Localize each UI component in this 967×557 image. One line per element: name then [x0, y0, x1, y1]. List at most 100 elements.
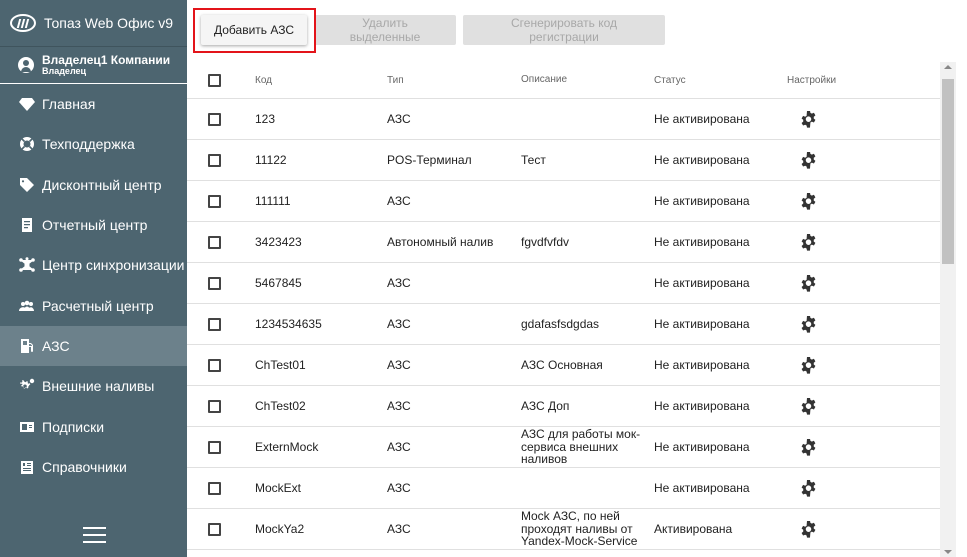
- stations-table: Код Тип Описание Статус Настройки 123 АЗ…: [187, 62, 940, 557]
- cell-type: АЗС: [387, 399, 411, 413]
- settings-gear-icon[interactable]: [800, 233, 817, 251]
- row-checkbox[interactable]: [208, 522, 221, 536]
- scrollbar-thumb[interactable]: [942, 79, 954, 264]
- cell-status: Не активирована: [654, 194, 750, 208]
- scroll-up-icon[interactable]: [944, 65, 952, 69]
- settings-gear-icon[interactable]: [800, 356, 817, 374]
- sidebar-item-sync-center[interactable]: Центр синхронизации: [0, 245, 187, 285]
- cell-code: 11122: [255, 153, 287, 167]
- cell-type: АЗС: [387, 194, 411, 208]
- users-icon: [18, 298, 36, 314]
- cell-description: АЗС для работы мок-сервиса внешних налив…: [521, 427, 641, 467]
- cell-status: Не активирована: [654, 276, 750, 290]
- row-checkbox[interactable]: [208, 481, 221, 495]
- cell-code: 1234534635: [255, 317, 322, 331]
- sidebar-item-report-center[interactable]: Отчетный центр: [0, 205, 187, 245]
- sidebar-item-external-fuelings[interactable]: Внешние наливы: [0, 366, 187, 406]
- settings-gear-icon[interactable]: [800, 479, 817, 497]
- row-checkbox[interactable]: [208, 317, 221, 331]
- table-row[interactable]: 3423423 Автономный налив fgvdfvfdv Не ак…: [187, 222, 940, 263]
- row-checkbox[interactable]: [208, 235, 221, 249]
- delete-selected-button[interactable]: Удалить выделенные: [314, 15, 456, 45]
- table-row[interactable]: ExternMock АЗС АЗС для работы мок-сервис…: [187, 427, 940, 468]
- cell-type: АЗС: [387, 276, 411, 290]
- settings-gear-icon[interactable]: [800, 110, 817, 128]
- table-scrollbar[interactable]: [940, 62, 956, 557]
- row-checkbox[interactable]: [208, 112, 221, 126]
- header-type[interactable]: Тип: [387, 62, 404, 99]
- row-checkbox[interactable]: [208, 276, 221, 290]
- sidebar-item-discount-center[interactable]: Дисконтный центр: [0, 165, 187, 205]
- cell-description: Mock АЗС, по ней проходят наливы от Yand…: [521, 509, 638, 549]
- settings-gear-icon[interactable]: [800, 397, 817, 415]
- id-card-icon: [18, 419, 36, 435]
- cell-type: Автономный налив: [387, 235, 494, 249]
- cell-code: MockExt: [255, 481, 302, 495]
- table-row[interactable]: 111111 АЗС Не активирована: [187, 181, 940, 222]
- row-checkbox[interactable]: [208, 399, 221, 413]
- cell-description: Тест: [521, 152, 546, 167]
- settings-gear-icon[interactable]: [800, 315, 817, 333]
- header-status[interactable]: Статус: [654, 62, 686, 99]
- settings-gear-icon[interactable]: [800, 274, 817, 292]
- cell-status: Активирована: [654, 522, 733, 536]
- select-all-checkbox[interactable]: [208, 74, 221, 87]
- header-description[interactable]: Описание: [521, 62, 646, 99]
- sidebar-item-support[interactable]: Техподдержка: [0, 124, 187, 164]
- user-profile[interactable]: Владелец1 Компании Владелец: [0, 47, 187, 84]
- sidebar-item-label: АЗС: [42, 337, 70, 354]
- cell-status: Не активирована: [654, 481, 750, 495]
- sidebar-item-fuel-stations[interactable]: АЗС: [0, 325, 187, 367]
- table-row[interactable]: 11122 POS-Терминал Тест Не активирована: [187, 140, 940, 181]
- brand-header[interactable]: Топаз Web Офис v9: [0, 0, 187, 47]
- settings-gear-icon[interactable]: [800, 520, 817, 538]
- sidebar-item-label: Центр синхронизации: [42, 257, 185, 274]
- sidebar-item-subscriptions[interactable]: Подписки: [0, 406, 187, 446]
- menu-toggle-icon[interactable]: [83, 527, 106, 543]
- row-checkbox[interactable]: [208, 153, 221, 167]
- row-checkbox[interactable]: [208, 194, 221, 208]
- cell-status: Не активирована: [654, 112, 750, 126]
- table-row[interactable]: MockYa2 АЗС Mock АЗС, по ней проходят на…: [187, 509, 940, 550]
- table-row[interactable]: ChTest01 АЗС АЗС Основная Не активирован…: [187, 345, 940, 386]
- cell-code: 3423423: [255, 235, 302, 249]
- app-title: Топаз Web Офис v9: [44, 15, 174, 31]
- sidebar-item-payment-center[interactable]: Расчетный центр: [0, 285, 187, 325]
- table-row[interactable]: 1234534635 АЗС gdafasfsdgdas Не активиро…: [187, 304, 940, 345]
- diamond-icon: [18, 96, 36, 112]
- sidebar-item-label: Дисконтный центр: [42, 176, 162, 193]
- sidebar-item-directories[interactable]: Справочники: [0, 447, 187, 487]
- settings-gear-icon[interactable]: [800, 192, 817, 210]
- cell-type: АЗС: [387, 481, 411, 495]
- table-header: Код Тип Описание Статус Настройки: [187, 62, 940, 99]
- sidebar-item-home[interactable]: Главная: [0, 84, 187, 124]
- cell-description: fgvdfvfdv: [521, 234, 570, 249]
- cell-type: АЗС: [387, 440, 411, 454]
- cell-description: gdafasfsdgdas: [521, 316, 600, 331]
- table-row[interactable]: MockExt АЗС Не активирована: [187, 468, 940, 509]
- cell-type: АЗС: [387, 112, 411, 126]
- table-row[interactable]: ChTest02 АЗС АЗС Доп Не активирована: [187, 386, 940, 427]
- generate-registration-code-button[interactable]: Сгенерировать код регистрации: [463, 15, 665, 45]
- header-settings: Настройки: [787, 75, 837, 86]
- gears-icon: [18, 378, 36, 394]
- cell-code: 111111: [255, 194, 291, 208]
- user-avatar-icon: [18, 57, 34, 73]
- cell-status: Не активирована: [654, 358, 750, 372]
- cell-description: АЗС Основная: [521, 357, 603, 372]
- row-checkbox[interactable]: [208, 440, 221, 454]
- table-row[interactable]: 123 АЗС Не активирована: [187, 99, 940, 140]
- scroll-down-icon[interactable]: [944, 550, 952, 554]
- header-code[interactable]: Код: [255, 62, 272, 99]
- settings-gear-icon[interactable]: [800, 438, 817, 456]
- table-row[interactable]: 5467845 АЗС Не активирована: [187, 263, 940, 304]
- sidebar-nav: Главная Техподдержка Дисконтный центр От…: [0, 84, 187, 487]
- add-station-button[interactable]: Добавить АЗС: [201, 15, 308, 45]
- cell-type: АЗС: [387, 358, 411, 372]
- cell-description: [521, 468, 646, 508]
- cell-code: 5467845: [255, 276, 302, 290]
- lifebuoy-icon: [18, 136, 36, 152]
- row-checkbox[interactable]: [208, 358, 221, 372]
- settings-gear-icon[interactable]: [800, 151, 817, 169]
- book-icon: [18, 459, 36, 475]
